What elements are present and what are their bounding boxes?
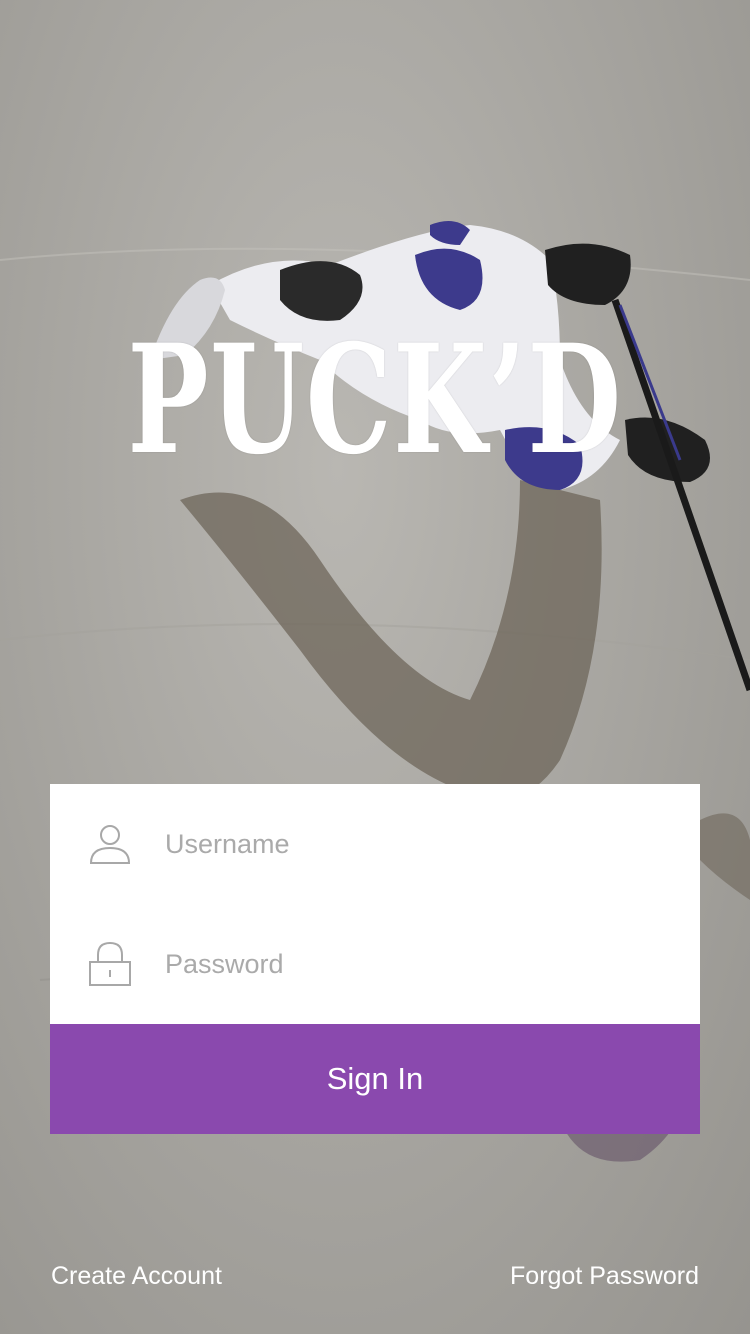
password-row — [50, 904, 700, 1024]
forgot-password-link[interactable]: Forgot Password — [510, 1258, 699, 1294]
username-row — [50, 784, 700, 904]
login-screen: PUCK’D Sign In Create Account Fo — [0, 0, 750, 1334]
login-form — [50, 784, 700, 1024]
sign-in-button[interactable]: Sign In — [50, 1024, 700, 1134]
username-input[interactable] — [165, 814, 665, 874]
lock-icon — [88, 941, 132, 986]
create-account-link[interactable]: Create Account — [51, 1258, 222, 1294]
user-icon — [88, 822, 132, 866]
password-input[interactable] — [165, 934, 665, 994]
app-logo: PUCK’D — [127, 312, 623, 488]
